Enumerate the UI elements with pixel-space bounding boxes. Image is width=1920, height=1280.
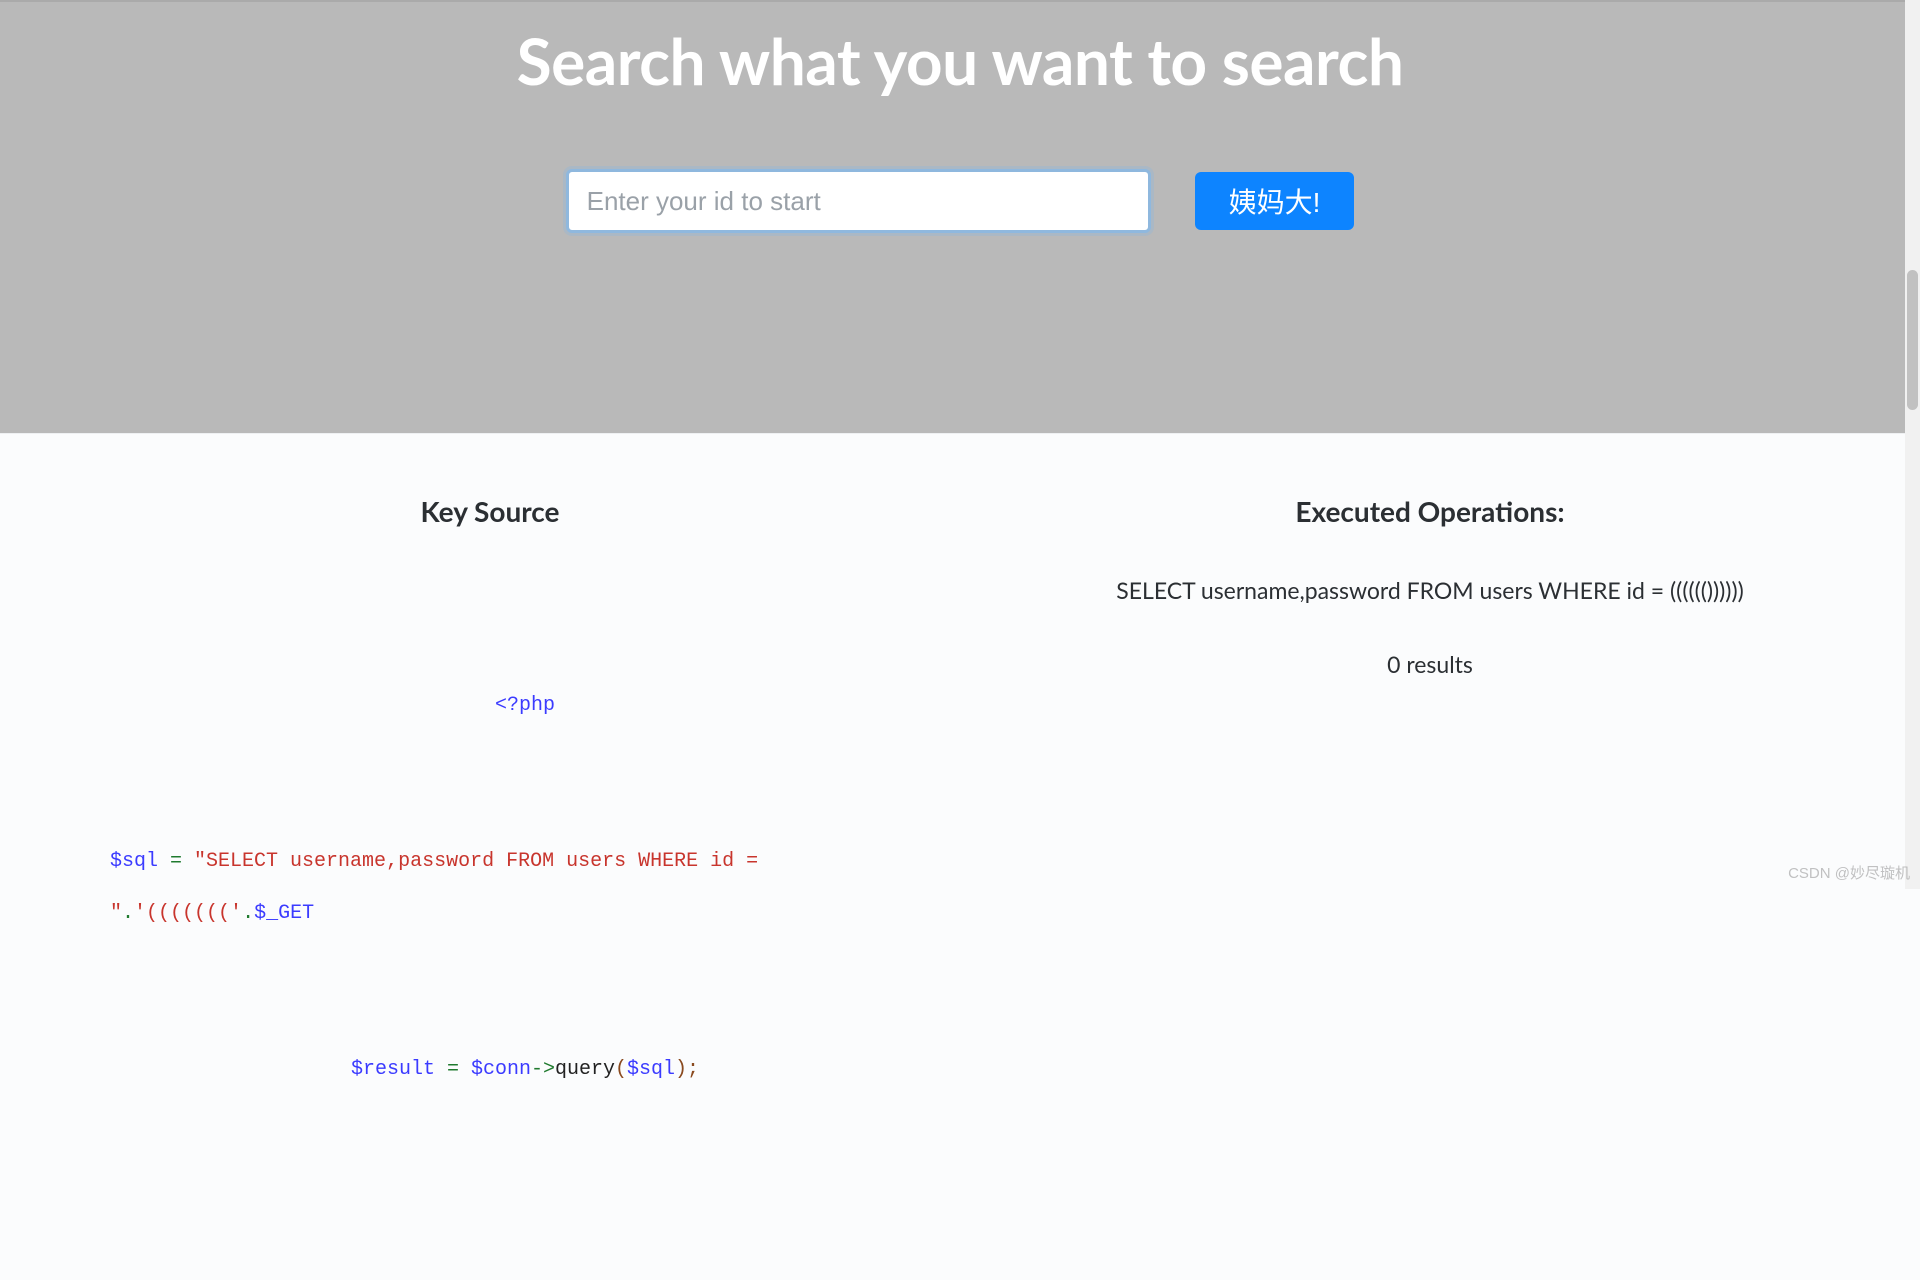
scrollbar-track[interactable] (1905, 0, 1920, 889)
scrollbar-thumb[interactable] (1907, 270, 1918, 410)
content-section: Key Source <?php $sql = "SELECT username… (0, 433, 1920, 1280)
id-search-input[interactable] (566, 169, 1151, 233)
code-token-var: $_GET (254, 902, 314, 925)
executed-operations-column: Executed Operations: SELECT username,pas… (960, 494, 1880, 1200)
code-token-paren: ); (675, 1058, 699, 1081)
code-line-result-assign: $result = $conn->query($sql); (110, 1044, 940, 1096)
code-token-var: $sql (110, 850, 158, 873)
code-token-op: = (158, 850, 194, 873)
code-token-op: = (435, 1058, 471, 1081)
code-token-var: $result (351, 1058, 435, 1081)
key-source-heading: Key Source (40, 494, 940, 528)
search-row: 姨妈大! (0, 169, 1920, 233)
code-token-dot: . (122, 902, 134, 925)
code-token-func: query (555, 1058, 615, 1081)
source-code-block: <?php $sql = "SELECT username,password F… (40, 576, 940, 1200)
code-line-sql-assign: $sql = "SELECT username,password FROM us… (110, 836, 940, 940)
results-count-text: 0 results (980, 650, 1880, 678)
code-token-string: '(((((((' (134, 902, 242, 925)
hero-section: Search what you want to search 姨妈大! (0, 0, 1920, 433)
key-source-column: Key Source <?php $sql = "SELECT username… (40, 494, 960, 1200)
page-title: Search what you want to search (0, 22, 1920, 99)
code-token-var: $sql (627, 1058, 675, 1081)
code-token-dot: . (242, 902, 254, 925)
code-token-arrow: -> (531, 1058, 555, 1081)
executed-sql-text: SELECT username,password FROM users WHER… (980, 576, 1880, 604)
executed-operations-heading: Executed Operations: (980, 494, 1880, 528)
code-line-php-open: <?php (110, 680, 940, 732)
search-button[interactable]: 姨妈大! (1195, 172, 1355, 230)
code-token-var: $conn (471, 1058, 531, 1081)
code-token-paren: ( (615, 1058, 627, 1081)
